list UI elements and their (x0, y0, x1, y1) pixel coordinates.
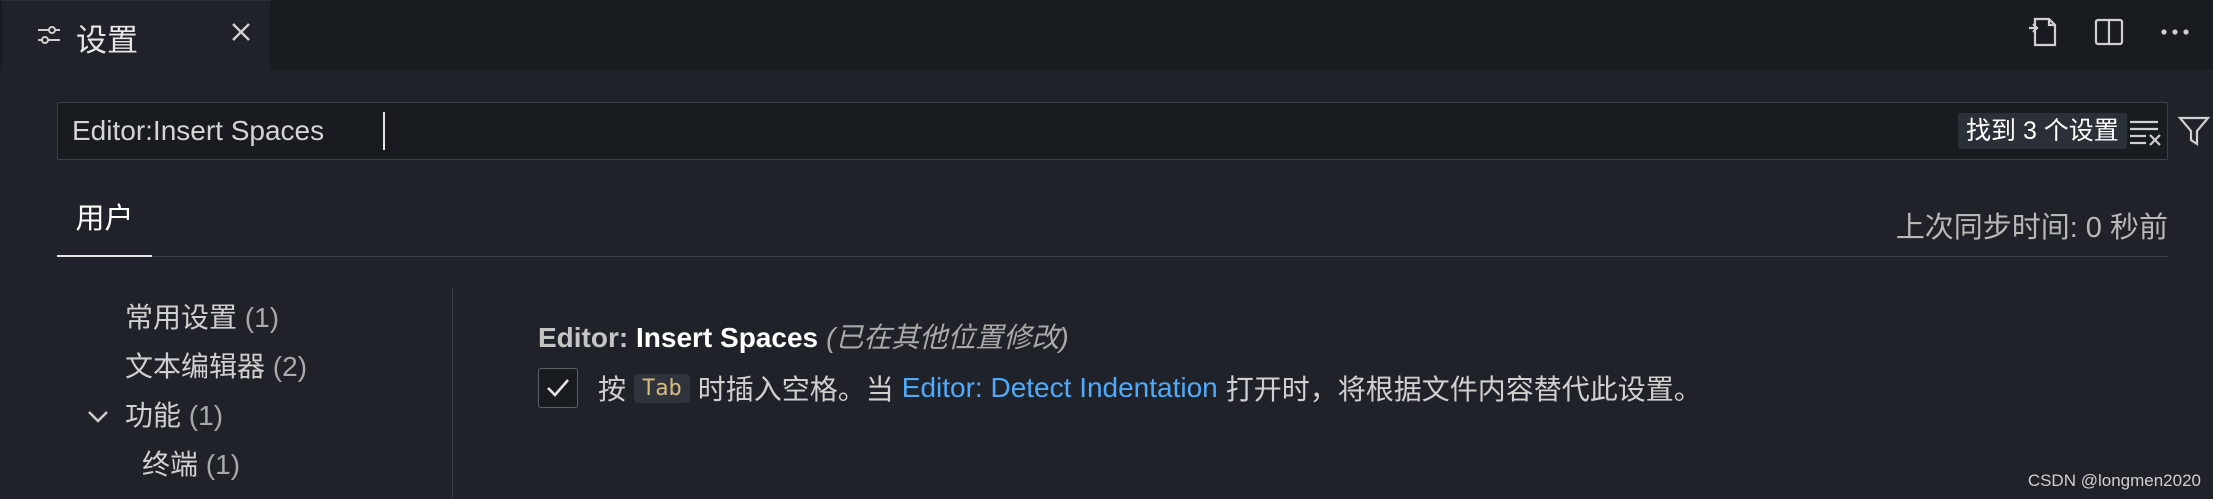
tab-user[interactable]: 用户 (57, 190, 152, 257)
settings-sliders-icon (35, 21, 63, 49)
split-editor-icon[interactable] (2089, 12, 2129, 52)
setting-category: Editor: (538, 322, 636, 353)
editor-actions (2023, 12, 2195, 52)
setting-value-row: 按 Tab 时插入空格。当 Editor: Detect Indentation… (538, 368, 1702, 408)
modified-elsewhere-note[interactable]: (已在其他位置修改) (826, 322, 1069, 353)
toc-item-label: 功能 (125, 400, 182, 431)
check-icon (547, 379, 569, 397)
close-icon[interactable] (226, 17, 256, 47)
open-settings-json-icon[interactable] (2023, 12, 2063, 52)
detect-indentation-link[interactable]: Editor: Detect Indentation (902, 372, 1218, 404)
insert-spaces-checkbox[interactable] (538, 368, 578, 408)
setting-title: Editor: Insert Spaces (已在其他位置修改) (538, 316, 1069, 356)
result-count-badge: 找到 3 个设置 (1958, 113, 2127, 149)
desc-text: 打开时，将根据文件内容替代此设置。 (1225, 374, 1702, 405)
toc-item-features[interactable]: 功能 (1) (125, 394, 223, 434)
text-caret (383, 112, 385, 150)
toc-item-label: 文本编辑器 (125, 351, 266, 382)
tab-title: 设置 (76, 23, 138, 58)
settings-search-box[interactable]: 找到 3 个设置 (57, 102, 2211, 160)
chevron-down-icon[interactable] (85, 404, 111, 430)
editor-tab-bar: 设置 (0, 0, 2213, 70)
toc-item-count: (1) (205, 449, 241, 480)
desc-text: 时插入空格。当 (697, 374, 894, 405)
setting-insert-spaces: Editor: Insert Spaces (已在其他位置修改) 按 Tab 时插… (538, 316, 1702, 408)
toc-item-count: (1) (244, 302, 280, 333)
toc-item-label: 常用设置 (125, 302, 238, 333)
desc-text: 按 (598, 374, 627, 405)
sync-status: 上次同步时间: 0 秒前 (1895, 212, 2168, 244)
settings-toc: 常用设置 (1) 文本编辑器 (2) 功能 (1) 终端 (1) (57, 288, 453, 499)
more-actions-icon[interactable] (2155, 12, 2195, 52)
toc-item-count: (2) (272, 351, 308, 382)
settings-tab[interactable]: 设置 (2, 0, 270, 70)
setting-name: Insert Spaces (636, 322, 819, 353)
search-input[interactable] (72, 109, 1672, 153)
clear-filter-icon[interactable] (2128, 115, 2164, 147)
watermark: CSDN @longmen2020 (2027, 471, 2201, 490)
setting-description: 按 Tab 时插入空格。当 Editor: Detect Indentation… (598, 368, 1702, 408)
settings-scope-bar: 用户 上次同步时间: 0 秒前 (57, 190, 2168, 257)
toc-item-count: (1) (188, 400, 224, 431)
toc-item-common[interactable]: 常用设置 (1) (125, 296, 279, 336)
key-label-tab: Tab (634, 373, 690, 403)
toc-item-terminal[interactable]: 终端 (1) (142, 443, 240, 483)
toc-item-label: 终端 (142, 449, 199, 480)
filter-icon[interactable] (2176, 113, 2212, 149)
toc-item-text-editor[interactable]: 文本编辑器 (2) (125, 345, 307, 385)
